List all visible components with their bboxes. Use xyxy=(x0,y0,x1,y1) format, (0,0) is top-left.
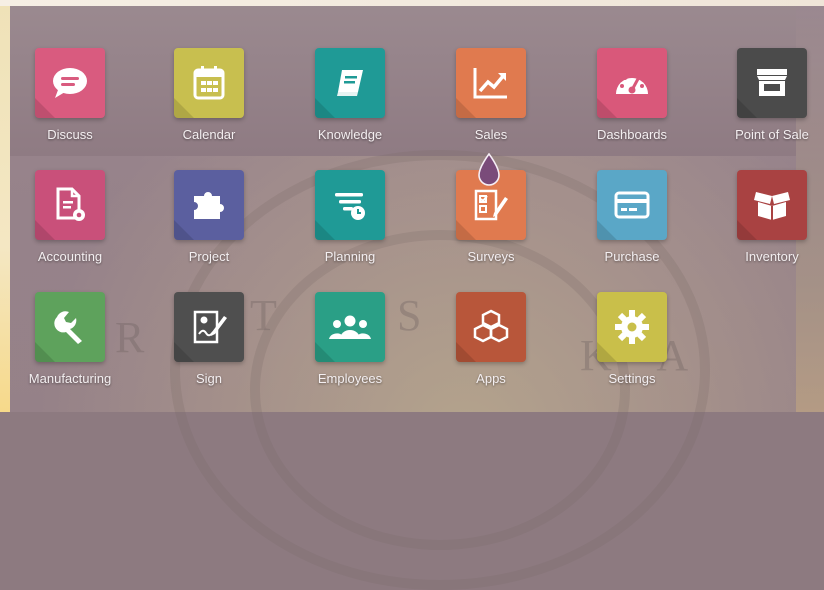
chat-bubble-icon xyxy=(53,68,87,98)
people-icon xyxy=(329,315,371,339)
app-label: Dashboards xyxy=(596,127,668,142)
app-inventory[interactable]: Inventory xyxy=(702,170,824,280)
wrench-icon xyxy=(54,311,82,344)
app-purchase-tile[interactable] xyxy=(597,170,667,240)
app-label: Knowledge xyxy=(317,127,383,142)
app-label: Apps xyxy=(476,371,506,386)
app-apps-tile[interactable] xyxy=(456,292,526,362)
app-dashboards[interactable]: Dashboards xyxy=(562,48,702,158)
app-employees[interactable]: Employees xyxy=(280,292,420,402)
gear-icon xyxy=(615,310,649,344)
box-icon xyxy=(754,192,790,220)
calendar-icon xyxy=(193,66,225,100)
app-label: Accounting xyxy=(37,249,103,264)
app-label: Sales xyxy=(474,127,508,142)
store-icon xyxy=(757,69,787,96)
app-planning[interactable]: Planning xyxy=(280,170,420,280)
app-knowledge-tile[interactable] xyxy=(315,48,385,118)
drag-drop-marker-icon xyxy=(478,153,500,186)
app-employees-tile[interactable] xyxy=(315,292,385,362)
app-manufacturing-tile[interactable] xyxy=(35,292,105,362)
app-dashboards-tile[interactable] xyxy=(597,48,667,118)
chart-trend-icon xyxy=(473,68,507,99)
app-apps[interactable]: Apps xyxy=(421,292,561,402)
app-label: Purchase xyxy=(604,249,660,264)
document-gear-icon xyxy=(56,187,85,221)
app-sign-tile[interactable] xyxy=(174,292,244,362)
app-grid: Discuss Calendar Knowledge Sales Dashboa… xyxy=(0,0,824,412)
app-label: Discuss xyxy=(47,127,93,142)
app-calendar-tile[interactable] xyxy=(174,48,244,118)
app-planning-tile[interactable] xyxy=(315,170,385,240)
app-label: Project xyxy=(188,249,230,264)
app-sales[interactable]: Sales xyxy=(421,48,561,158)
checklist-icon xyxy=(474,189,508,221)
app-label: Calendar xyxy=(182,127,236,142)
app-label: Planning xyxy=(324,249,376,264)
app-calendar[interactable]: Calendar xyxy=(139,48,279,158)
app-label: Surveys xyxy=(467,249,515,264)
app-inventory-tile[interactable] xyxy=(737,170,807,240)
app-manufacturing[interactable]: Manufacturing xyxy=(0,292,140,402)
puzzle-icon xyxy=(194,192,224,219)
app-label: Sign xyxy=(195,371,223,386)
book-icon xyxy=(337,70,363,96)
app-discuss-tile[interactable] xyxy=(35,48,105,118)
app-sign[interactable]: Sign xyxy=(139,292,279,402)
app-sales-tile[interactable] xyxy=(456,48,526,118)
app-accounting-tile[interactable] xyxy=(35,170,105,240)
cubes-icon xyxy=(473,309,509,343)
app-purchase[interactable]: Purchase xyxy=(562,170,702,280)
app-point-of-sale[interactable]: Point of Sale xyxy=(702,48,824,158)
app-label: Settings xyxy=(608,371,656,386)
app-label: Manufacturing xyxy=(28,371,112,386)
app-project-tile[interactable] xyxy=(174,170,244,240)
planning-icon xyxy=(335,193,365,220)
app-label: Point of Sale xyxy=(735,127,809,142)
credit-card-icon xyxy=(614,191,650,219)
gauge-icon xyxy=(616,73,648,94)
sign-document-icon xyxy=(193,310,227,344)
app-discuss[interactable]: Discuss xyxy=(0,48,140,158)
app-point-of-sale-tile[interactable] xyxy=(737,48,807,118)
app-knowledge[interactable]: Knowledge xyxy=(280,48,420,158)
app-project[interactable]: Project xyxy=(139,170,279,280)
app-settings[interactable]: Settings xyxy=(562,292,702,402)
app-accounting[interactable]: Accounting xyxy=(0,170,140,280)
app-settings-tile[interactable] xyxy=(597,292,667,362)
app-label: Inventory xyxy=(745,249,799,264)
app-label: Employees xyxy=(317,371,383,386)
